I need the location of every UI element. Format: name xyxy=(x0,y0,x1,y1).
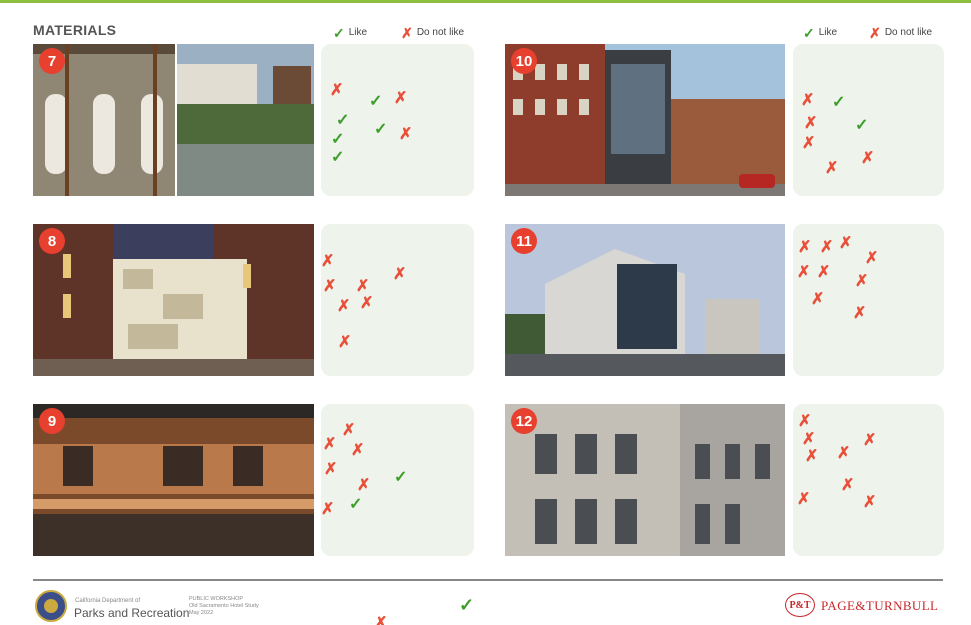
like-mark: ✓ xyxy=(331,131,345,148)
like-mark: ✓ xyxy=(832,94,846,111)
precedent-8-vote-panel: ✗ ✗ ✗ ✗ ✗ ✗ ✗ xyxy=(321,224,474,376)
precedent-12-photo xyxy=(505,404,785,556)
dislike-mark: ✗ xyxy=(801,92,815,109)
dislike-mark: ✗ xyxy=(837,445,851,462)
stray-dislike-mark: ✗ xyxy=(374,615,388,625)
x-icon: ✗ xyxy=(869,24,881,41)
check-icon: ✓ xyxy=(803,24,815,41)
like-mark: ✓ xyxy=(331,149,345,166)
precedent-8-photo xyxy=(33,224,314,376)
legend-left: ✓ Like ✗ Do not like xyxy=(333,24,465,41)
dislike-mark: ✗ xyxy=(797,491,811,508)
precedent-number-badge: 11 xyxy=(511,228,537,254)
dislike-mark: ✗ xyxy=(853,305,867,322)
department-label: California Department of xyxy=(75,598,141,604)
dislike-mark: ✗ xyxy=(820,239,834,256)
footer-divider xyxy=(33,579,943,581)
dislike-mark: ✗ xyxy=(798,239,812,256)
precedent-number-badge: 9 xyxy=(39,408,65,434)
dislike-mark: ✗ xyxy=(393,266,407,283)
dislike-mark: ✗ xyxy=(399,126,413,143)
dislike-mark: ✗ xyxy=(811,291,825,308)
dislike-mark: ✗ xyxy=(863,494,877,511)
legend-dislike-label: Do not like xyxy=(416,27,465,38)
precedent-10-photo xyxy=(505,44,785,196)
like-mark: ✓ xyxy=(855,117,869,134)
dislike-mark: ✗ xyxy=(805,448,819,465)
dislike-mark: ✗ xyxy=(798,413,812,430)
state-parks-seal-logo xyxy=(35,590,67,622)
precedent-11-photo xyxy=(505,224,785,376)
dislike-mark: ✗ xyxy=(357,477,371,494)
dislike-mark: ✗ xyxy=(356,278,370,295)
dislike-mark: ✗ xyxy=(330,82,344,99)
dislike-mark: ✗ xyxy=(351,442,365,459)
dislike-mark: ✗ xyxy=(323,436,337,453)
precedent-9-photo xyxy=(33,404,314,556)
dislike-mark: ✗ xyxy=(321,501,335,518)
precedent-10-vote-panel: ✗ ✓ ✗ ✓ ✗ ✗ ✗ xyxy=(793,44,944,196)
precedent-7-photo xyxy=(33,44,314,196)
dislike-mark: ✗ xyxy=(863,432,877,449)
dislike-mark: ✗ xyxy=(861,150,875,167)
legend-like-label: Like xyxy=(818,27,838,38)
dislike-mark: ✗ xyxy=(394,90,408,107)
workshop-project: Old Sacramento Hotel Study xyxy=(189,603,259,609)
dislike-mark: ✗ xyxy=(825,160,839,177)
firm-name: PAGE&TURNBULL xyxy=(821,598,939,613)
workshop-title: PUBLIC WORKSHOP xyxy=(189,596,244,602)
check-icon: ✓ xyxy=(333,24,345,41)
dislike-mark: ✗ xyxy=(360,295,374,312)
precedent-11-vote-panel: ✗ ✗ ✗ ✗ ✗ ✗ ✗ ✗ ✗ xyxy=(793,224,944,376)
like-mark: ✓ xyxy=(394,469,408,486)
dislike-mark: ✗ xyxy=(802,431,816,448)
dislike-mark: ✗ xyxy=(855,273,869,290)
firm-logo-icon: P&T xyxy=(785,593,815,617)
dislike-mark: ✗ xyxy=(804,115,818,132)
dislike-mark: ✗ xyxy=(841,477,855,494)
dislike-mark: ✗ xyxy=(324,461,338,478)
workshop-date: May 2022 xyxy=(189,610,214,616)
precedent-9-vote-panel: ✗ ✗ ✗ ✗ ✓ ✗ ✓ ✗ xyxy=(321,404,474,556)
precedent-number-badge: 7 xyxy=(39,48,65,74)
legend-like-label: Like xyxy=(348,27,368,38)
page-title: MATERIALS xyxy=(33,22,117,38)
dislike-mark: ✗ xyxy=(337,298,351,315)
precedent-number-badge: 10 xyxy=(511,48,537,74)
precedent-number-badge: 8 xyxy=(39,228,65,254)
accent-line xyxy=(0,0,971,3)
dislike-mark: ✗ xyxy=(839,235,853,252)
like-mark: ✓ xyxy=(336,112,350,129)
dislike-mark: ✗ xyxy=(323,278,337,295)
department-name: Parks and Recreation xyxy=(74,606,190,620)
precedent-12-vote-panel: ✗ ✗ ✗ ✗ ✗ ✗ ✗ ✗ xyxy=(793,404,944,556)
precedent-number-badge: 12 xyxy=(511,408,537,434)
dislike-mark: ✗ xyxy=(865,250,879,267)
dislike-mark: ✗ xyxy=(338,334,352,351)
x-icon: ✗ xyxy=(401,24,413,41)
workshop-info: PUBLIC WORKSHOP Old Sacramento Hotel Stu… xyxy=(189,596,259,617)
dislike-mark: ✗ xyxy=(342,422,356,439)
precedent-7-vote-panel: ✗ ✓ ✗ ✓ ✓ ✗ ✓ ✓ xyxy=(321,44,474,196)
legend-dislike-label: Do not like xyxy=(884,27,933,38)
legend-right: ✓ Like ✗ Do not like xyxy=(803,24,933,41)
dislike-mark: ✗ xyxy=(797,264,811,281)
like-mark: ✓ xyxy=(349,496,363,513)
like-mark: ✓ xyxy=(369,93,383,110)
stray-like-mark: ✓ xyxy=(459,595,475,615)
dislike-mark: ✗ xyxy=(802,135,816,152)
dislike-mark: ✗ xyxy=(817,264,831,281)
dislike-mark: ✗ xyxy=(321,253,335,270)
like-mark: ✓ xyxy=(374,121,388,138)
